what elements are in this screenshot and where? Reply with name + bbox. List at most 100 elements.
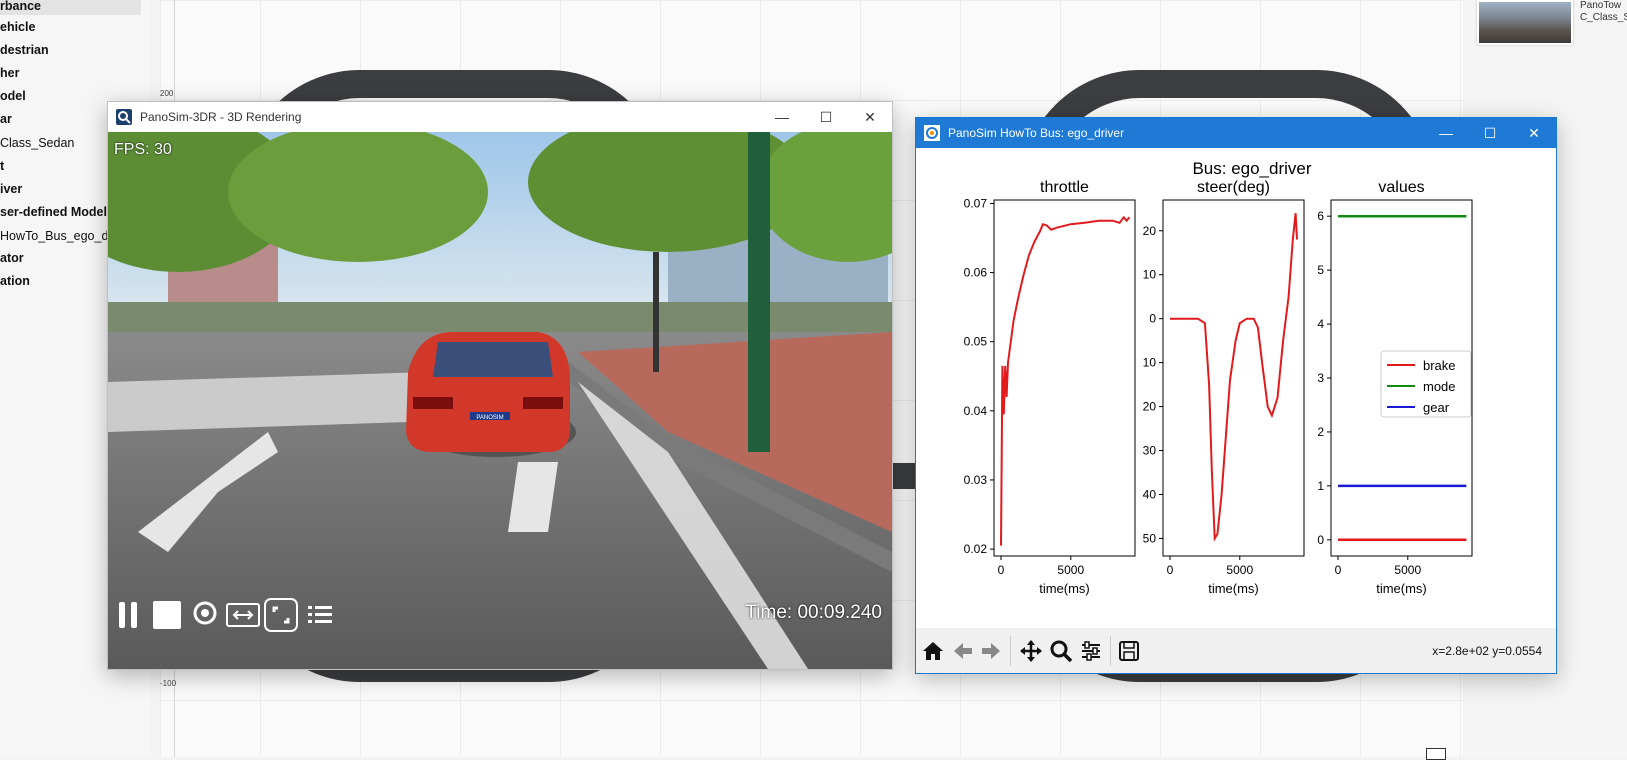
tree-item-t[interactable]: t	[0, 159, 4, 173]
stop-button[interactable]	[152, 600, 182, 630]
values-xtick-label: 0	[1335, 563, 1342, 577]
back-button[interactable]	[950, 638, 976, 664]
plot-toolbar: x=2.8e+02 y=0.0554	[916, 628, 1556, 673]
values-ytick-label: 1	[1317, 479, 1324, 493]
tree-item-pedestrian[interactable]: destrian	[0, 43, 49, 57]
plot-maximize-button[interactable]: ☐	[1468, 118, 1512, 148]
tree-item-other[interactable]: her	[0, 66, 19, 80]
pause-icon	[119, 602, 137, 628]
tree-item-howto-bus[interactable]: HowTo_Bus_ego_d	[0, 229, 108, 243]
values-ytick-label: 2	[1317, 425, 1324, 439]
home-icon	[923, 642, 943, 660]
plot-title: PanoSim HowTo Bus: ego_driver	[948, 126, 1125, 140]
maximize-button[interactable]: ☐	[804, 102, 848, 132]
tree-item-class-sedan[interactable]: Class_Sedan	[0, 136, 74, 150]
maximize-icon: ☐	[819, 108, 833, 125]
matplotlib-logo-icon	[924, 125, 940, 141]
fps-readout: FPS: 30	[114, 141, 172, 158]
forward-button[interactable]	[978, 638, 1004, 664]
values-ytick-label: 5	[1317, 263, 1324, 277]
tree-item-disturbance[interactable]: rbance	[0, 0, 41, 13]
tree-item-simulator[interactable]: ator	[0, 251, 24, 265]
tree-item-evaluation[interactable]: ation	[0, 274, 30, 288]
zoom-button[interactable]	[1048, 638, 1074, 664]
steer-deg-ytick-label: 10	[1143, 356, 1157, 370]
list-icon	[308, 606, 332, 623]
thumbnail-caption-line2: C_Class_S	[1580, 12, 1627, 23]
toolbar-separator	[1010, 636, 1011, 666]
home-button[interactable]	[920, 638, 946, 664]
steer-deg-ytick-label: 0	[1149, 312, 1156, 326]
values-ytick-label: 6	[1317, 209, 1324, 223]
steer-deg-ytick-label: 20	[1143, 400, 1157, 414]
plot-figure[interactable]: Bus: ego_driver throttle 0.02 0.03 0.04 0.05…	[916, 148, 1556, 628]
throttle-xlabel: time(ms)	[1039, 581, 1090, 596]
camera-view-button[interactable]	[226, 600, 260, 630]
values-ytick-label: 0	[1317, 533, 1324, 547]
time-readout: Time: 00:09.240	[745, 602, 882, 623]
steer-deg-axes-frame	[1162, 199, 1305, 557]
values-xlabel: time(ms)	[1376, 581, 1427, 596]
plot-titlebar[interactable]: PanoSim HowTo Bus: ego_driver — ☐ ✕	[916, 118, 1556, 148]
tree-item-vehicle[interactable]: ehicle	[0, 20, 35, 34]
camera-view-icon	[226, 603, 260, 627]
throttle-xtick-label: 5000	[1057, 563, 1084, 577]
close-button[interactable]: ✕	[848, 102, 892, 132]
license-plate: PANOSIM	[476, 415, 503, 421]
throttle-ytick-label: 0.04	[964, 404, 988, 418]
values-xtick-label: 5000	[1394, 563, 1421, 577]
throttle-axes-title: throttle	[1040, 179, 1089, 196]
legend-label-brake: brake	[1423, 358, 1456, 373]
save-icon	[1119, 641, 1139, 661]
legend-label-mode: mode	[1423, 379, 1456, 394]
pause-button[interactable]	[116, 600, 140, 630]
zoom-plus-button[interactable]	[1426, 748, 1446, 760]
scene-thumbnail[interactable]	[1477, 0, 1573, 45]
throttle-ytick-label: 0.06	[964, 266, 988, 280]
configure-button[interactable]	[1078, 638, 1104, 664]
throttle-ytick-label: 0.05	[964, 335, 988, 349]
stop-icon	[153, 601, 181, 629]
render-3d-titlebar[interactable]: PanoSim-3DR - 3D Rendering — ☐ ✕	[108, 102, 892, 132]
save-button[interactable]	[1116, 638, 1142, 664]
location-button[interactable]	[192, 600, 218, 630]
throttle-axes: throttle 0.02 0.03 0.04 0.05 0.06 0.07 0 5000 tim…	[964, 179, 1136, 596]
render-viewport[interactable]: PANOSIM FPS: 30 Time: 00:09.240	[108, 132, 892, 669]
steer-deg-ytick-label: 10	[1143, 268, 1157, 282]
thumbnail-caption-line1: PanoTow	[1580, 0, 1622, 11]
render-3d-title: PanoSim-3DR - 3D Rendering	[140, 110, 302, 124]
close-icon: ✕	[864, 108, 876, 125]
close-icon: ✕	[1528, 124, 1540, 141]
tree-item-user-defined-model[interactable]: ser-defined Model	[0, 205, 107, 219]
maximize-icon: ☐	[1483, 124, 1497, 141]
zoom-icon	[1050, 640, 1073, 663]
legend-label-gear: gear	[1423, 400, 1450, 415]
values-axes-title: values	[1378, 179, 1424, 196]
steer-deg-axes-title: steer(deg)	[1197, 179, 1270, 196]
minimize-icon: —	[775, 109, 789, 125]
toolbar-separator	[1110, 636, 1111, 666]
throttle-series-line	[1000, 215, 1131, 546]
thumbnail-caption: PanoTow C_Class_S	[1580, 0, 1627, 24]
plot-minimize-button[interactable]: —	[1424, 118, 1468, 148]
tree-item-car[interactable]: ar	[0, 112, 12, 126]
render-3d-window[interactable]: PanoSim-3DR - 3D Rendering — ☐ ✕ PANOSIM…	[107, 101, 893, 670]
plot-window[interactable]: PanoSim HowTo Bus: ego_driver — ☐ ✕ Bus:…	[915, 117, 1557, 674]
fullscreen-button[interactable]	[264, 598, 298, 632]
steer-deg-xtick-label: 0	[1167, 563, 1174, 577]
minimize-button[interactable]: —	[760, 102, 804, 132]
street-scene: PANOSIM	[108, 132, 892, 669]
values-ytick-label: 4	[1317, 317, 1324, 331]
app-logo-icon	[116, 109, 132, 125]
throttle-xtick-label: 0	[998, 563, 1005, 577]
steer-deg-series-line	[1170, 213, 1298, 542]
tree-item-driver[interactable]: iver	[0, 182, 22, 196]
figure-suptitle: Bus: ego_driver	[1192, 159, 1311, 178]
cursor-coordinates: x=2.8e+02 y=0.0554	[1432, 644, 1542, 658]
plot-close-button[interactable]: ✕	[1512, 118, 1556, 148]
list-button[interactable]	[306, 602, 334, 628]
steer-deg-ytick-label: 20	[1143, 224, 1157, 238]
pan-button[interactable]	[1018, 638, 1044, 664]
pan-icon	[1020, 640, 1042, 662]
tree-item-model[interactable]: odel	[0, 89, 26, 103]
